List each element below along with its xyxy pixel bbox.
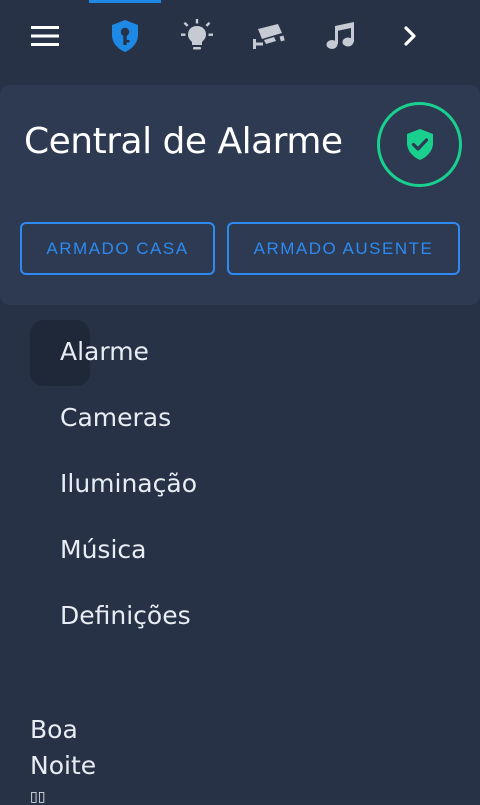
card-title: Central de Alarme (24, 121, 343, 162)
scroll-tabs-right-button[interactable] (374, 0, 446, 72)
menu-button[interactable] (9, 0, 81, 72)
greeting-line-1: Boa (30, 715, 78, 744)
greeting-glyph: ▯▯ (30, 788, 46, 804)
chevron-right-icon (404, 26, 416, 46)
greeting: Boa Noite (30, 712, 96, 784)
shield-key-icon (112, 20, 138, 52)
tab-lighting[interactable] (161, 0, 233, 72)
menu-item-alarme[interactable]: Alarme (60, 337, 149, 366)
cctv-camera-icon (253, 24, 285, 49)
tab-cameras[interactable] (233, 0, 305, 72)
tab-alarm[interactable] (89, 0, 161, 72)
greeting-line-2: Noite (30, 751, 97, 780)
alarm-panel-card: Central de Alarme ARMADO CASA ARMADO AUS… (0, 85, 480, 305)
menu-item-cameras[interactable]: Cameras (60, 403, 171, 432)
tab-music[interactable] (305, 0, 377, 72)
lightbulb-icon (181, 19, 213, 50)
music-note-icon (326, 22, 354, 49)
menu-item-musica[interactable]: Música (60, 535, 146, 564)
menu-icon (31, 26, 59, 46)
shield-check-icon (406, 128, 433, 160)
armado-ausente-button[interactable]: ARMADO AUSENTE (227, 222, 460, 275)
top-tab-bar (0, 0, 480, 72)
alarm-status-indicator[interactable] (377, 102, 462, 187)
armado-casa-button[interactable]: ARMADO CASA (20, 222, 215, 275)
menu-item-iluminacao[interactable]: Iluminação (60, 469, 197, 498)
menu-item-definicoes[interactable]: Definições (60, 601, 191, 630)
